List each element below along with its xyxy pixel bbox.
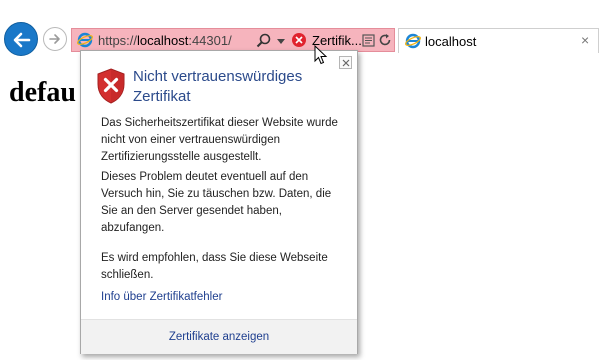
url-suffix: :44301/ [188, 33, 232, 48]
url-text[interactable]: https://localhost:44301/ [98, 33, 232, 48]
tab-localhost[interactable]: localhost × [398, 28, 599, 53]
cert-error-info-link[interactable]: Info über Zertifikatfehler [101, 291, 222, 303]
show-certificates-link[interactable]: Zertifikate anzeigen [81, 331, 357, 343]
url-host: localhost [137, 33, 189, 48]
forward-arrow-icon [49, 34, 60, 44]
tab-label: localhost [425, 34, 477, 49]
back-arrow-icon [13, 32, 31, 48]
flyout-paragraph: Dieses Problem deutet eventuell auf den … [101, 171, 332, 234]
ie-logo-icon [77, 32, 93, 48]
refresh-icon[interactable] [378, 33, 392, 47]
flyout-paragraph: Das Sicherheitszertifikat dieser Website… [101, 117, 338, 163]
flyout-paragraph: Es wird empfohlen, dass Sie diese Websei… [101, 252, 328, 281]
compat-view-icon[interactable] [362, 34, 375, 47]
flyout-footer: Zertifikate anzeigen [81, 319, 357, 354]
mouse-cursor-icon [314, 45, 328, 65]
address-bar[interactable]: https://localhost:44301/ Zertifik... [71, 28, 395, 52]
chevron-down-icon[interactable] [277, 39, 285, 44]
cert-error-icon[interactable] [292, 33, 306, 47]
page-heading: defau [9, 77, 76, 108]
close-flyout-button[interactable] [339, 56, 352, 69]
certificate-error-flyout: Nicht vertrauenswürdiges Zertifikat Das … [80, 50, 358, 354]
search-icon[interactable] [256, 33, 271, 48]
ie-logo-icon [405, 33, 421, 49]
close-icon [342, 59, 350, 67]
url-prefix: https:// [98, 33, 138, 48]
shield-error-icon [97, 68, 125, 104]
forward-button[interactable] [43, 27, 67, 51]
flyout-title: Nicht vertrauenswürdiges Zertifikat [133, 68, 303, 105]
tab-close-icon[interactable]: × [581, 32, 589, 48]
back-button[interactable] [4, 22, 38, 56]
